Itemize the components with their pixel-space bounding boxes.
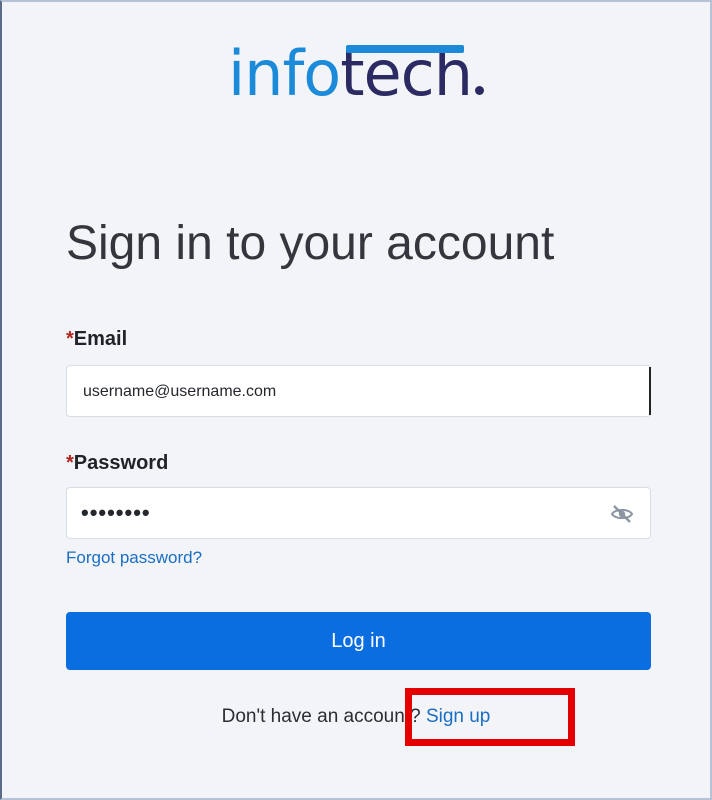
email-field[interactable]: [66, 365, 651, 418]
email-label-text: Email: [73, 328, 128, 350]
email-input[interactable]: [81, 366, 585, 418]
email-label: *Email: [66, 328, 127, 351]
page-title: Sign in to your account: [66, 217, 555, 270]
password-field[interactable]: ••••••••: [66, 487, 651, 539]
text-cursor: [649, 367, 651, 415]
signup-prompt: Don't have an account?: [221, 706, 421, 727]
logo-dot: [475, 86, 485, 95]
infotech-logo: infotech: [0, 38, 712, 110]
eye-slash-icon[interactable]: [610, 502, 634, 526]
required-marker: *: [66, 452, 74, 474]
password-label-text: Password: [73, 452, 169, 474]
forgot-password-link[interactable]: Forgot password?: [66, 548, 202, 568]
signup-row: Don't have an account? Sign up: [0, 706, 712, 728]
logo-text-info: info: [227, 37, 341, 110]
password-masked-value: ••••••••: [81, 500, 151, 525]
login-button[interactable]: Log in: [66, 612, 651, 670]
required-marker: *: [66, 328, 74, 350]
highlight-box: [405, 688, 575, 746]
logo-text-tech: tech: [340, 37, 473, 110]
password-label: *Password: [66, 452, 168, 475]
